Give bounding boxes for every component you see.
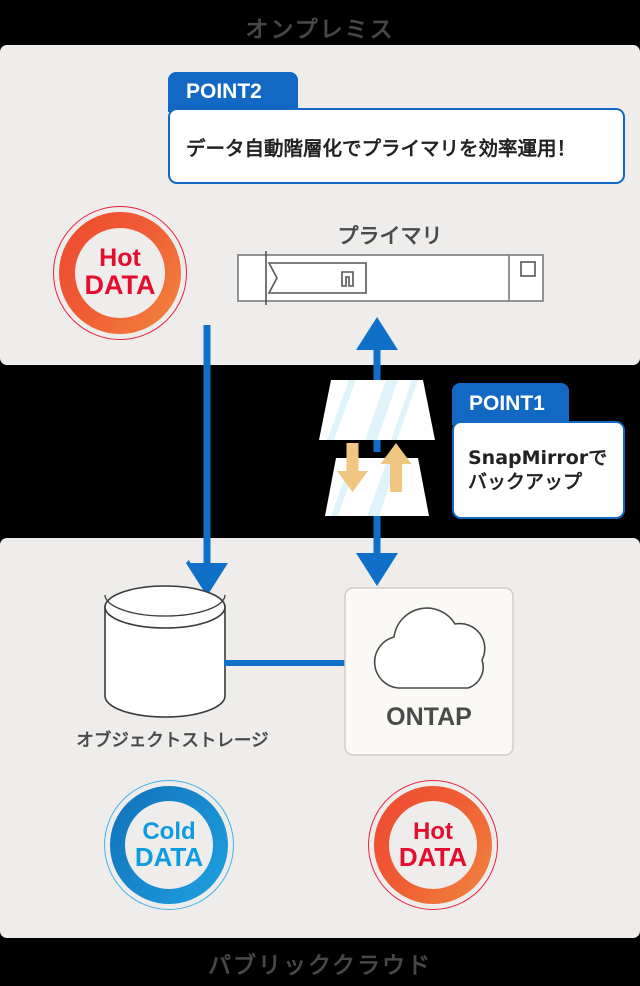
object-storage-label: オブジェクトストレージ — [76, 731, 269, 751]
badge-line1: Hot — [413, 817, 453, 845]
badge-cold-data-cloud: Cold DATA — [104, 780, 234, 910]
arrow-segment-between-tiers — [373, 438, 381, 452]
badge-line1: Hot — [99, 244, 141, 273]
badge-line2: DATA — [134, 841, 204, 872]
ontap-label: ONTAP — [386, 703, 472, 731]
section-label-public-cloud: パブリッククラウド — [207, 953, 433, 979]
server-appliance-icon — [237, 251, 544, 305]
diagram-canvas: オンプレミス ONTAP POINT2 データ自動階層化でプライマリを効率運用！… — [0, 0, 640, 986]
callout-point1-line2: バックアップ — [468, 471, 583, 493]
primary-storage-label: プライマリ — [337, 224, 443, 248]
badge-center: Hot DATA — [389, 801, 477, 889]
badge-line2: DATA — [84, 269, 156, 300]
arrow-up-to-primary — [356, 317, 398, 390]
arrow-primary-to-object-storage — [186, 325, 228, 596]
arrow-down-to-ontap — [356, 505, 398, 586]
callout-point1-line1: SnapMirrorで — [468, 446, 608, 469]
badge-line1: Cold — [142, 817, 196, 845]
callout-point2-tab: POINT2 — [168, 72, 298, 112]
callout-point1[interactable]: POINT1 SnapMirrorで バックアップ — [452, 383, 625, 519]
callout-point1-body: SnapMirrorで バックアップ — [452, 421, 625, 519]
badge-hot-data-cloud: Hot DATA — [368, 780, 498, 910]
callout-point2-body: データ自動階層化でプライマリを効率運用！ — [168, 108, 625, 184]
badge-hot-data-on-premises: Hot DATA — [53, 206, 187, 340]
badge-center: Cold DATA — [125, 801, 213, 889]
ontap-cloud-box: ONTAP — [344, 587, 514, 756]
callout-point2[interactable]: POINT2 データ自動階層化でプライマリを効率運用！ — [168, 72, 625, 184]
database-cylinder-icon — [104, 585, 226, 718]
callout-point1-tab: POINT1 — [452, 383, 569, 425]
badge-center: Hot DATA — [75, 228, 165, 318]
badge-line2: DATA — [398, 841, 468, 872]
